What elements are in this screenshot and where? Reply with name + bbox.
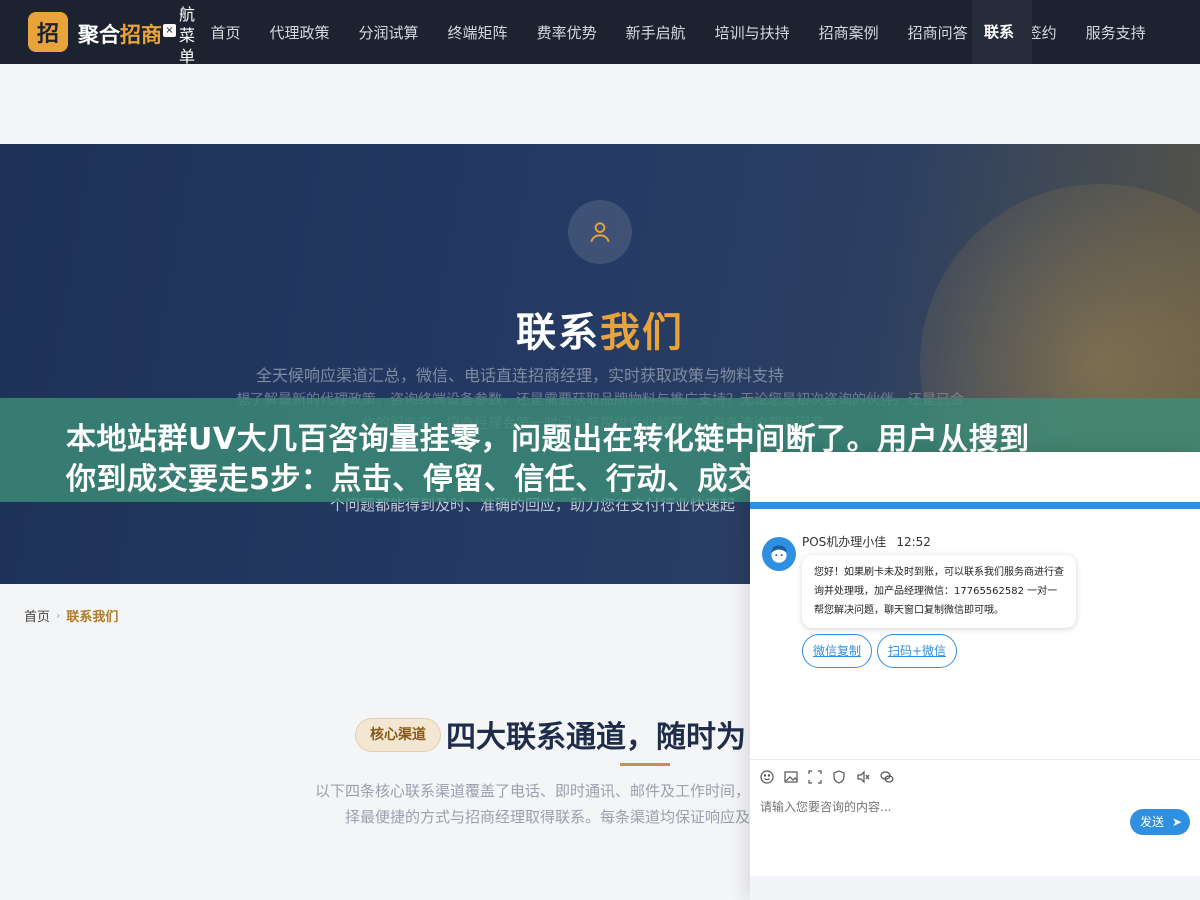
quick-reply-copy-wechat[interactable]: 微信复制 [802, 634, 873, 668]
chat-accent-bar [750, 502, 1200, 509]
chat-toolbar [760, 770, 894, 784]
nav-item-cases[interactable]: 招商案例 [804, 22, 893, 43]
menu-toggle[interactable]: 航菜单 [178, 4, 196, 64]
agent-name-text: POS机办理小佳 [802, 535, 887, 549]
agent-name: POS机办理小佳 12:52 [802, 533, 931, 550]
chat-header: — □ [750, 452, 1200, 502]
logo-icon[interactable]: 招 [28, 12, 68, 52]
minimize-icon[interactable]: — [1150, 464, 1166, 480]
section-title: 四大联系通道，随时为 [446, 720, 746, 755]
nav-item-contact[interactable]: 联系 [972, 0, 1032, 64]
chat-divider [750, 759, 1200, 760]
chat-window-controls: — □ [1150, 464, 1190, 480]
chat-footer [750, 876, 1200, 900]
breadcrumb: 首页 › 联系我们 [24, 606, 118, 625]
logo-text-plain: 聚合 [78, 23, 120, 47]
quick-reply-scan-wechat[interactable]: 扫码+微信 [877, 634, 958, 668]
page-title-accent: 我们 [600, 310, 684, 356]
send-arrow-icon: ➤ [1171, 815, 1182, 829]
user-icon [568, 200, 632, 264]
message-time: 12:52 [896, 535, 931, 549]
agent-avatar [762, 537, 796, 571]
logo-text[interactable]: 聚合招商 [78, 19, 162, 49]
close-icon[interactable]: × [163, 24, 176, 37]
image-icon[interactable] [784, 770, 798, 784]
wechat-icon[interactable] [880, 770, 894, 784]
audio-icon[interactable] [856, 770, 870, 784]
nav-item-training[interactable]: 培训与扶持 [700, 22, 804, 43]
breadcrumb-home[interactable]: 首页 [24, 606, 50, 625]
nav-item-faq[interactable]: 招商问答 [893, 22, 982, 43]
send-button[interactable]: 发送 ➤ [1130, 809, 1190, 835]
top-spacer [0, 64, 1200, 144]
maximize-icon[interactable]: □ [1174, 464, 1190, 480]
nav-item-terminals[interactable]: 终端矩阵 [433, 22, 522, 43]
section-chip: 核心渠道 [355, 718, 441, 752]
top-navbar: 招 聚合招商 × 航菜单 首页 代理政策 分润试算 终端矩阵 费率优势 新手启航… [0, 0, 1200, 64]
chat-message-input[interactable] [760, 800, 1120, 814]
nav-item-rates[interactable]: 费率优势 [522, 22, 611, 43]
nav-item-profit-calc[interactable]: 分润试算 [344, 22, 433, 43]
nav-item-agent-policy[interactable]: 代理政策 [255, 22, 344, 43]
nav-item-home[interactable]: 首页 [196, 22, 255, 43]
section-divider [620, 763, 670, 766]
crop-icon[interactable] [808, 770, 822, 784]
message-bubble: 您好！如果刷卡未及时到账，可以联系我们服务商进行查询并处理哦，加产品经理微信：1… [802, 555, 1076, 628]
page-title: 联系我们 [0, 300, 1200, 358]
chat-messages: POS机办理小佳 12:52 您好！如果刷卡未及时到账，可以联系我们服务商进行查询… [750, 509, 1200, 759]
emoji-icon[interactable] [760, 770, 774, 784]
nav-item-getting-started[interactable]: 新手启航 [611, 22, 700, 43]
nav-item-support[interactable]: 服务支持 [1071, 22, 1160, 43]
send-button-label: 发送 [1140, 815, 1165, 829]
page-title-plain: 联系 [516, 310, 600, 356]
chat-widget: — □ POS机办理小佳 12:52 您好！如果刷卡未及时到账，可以联系我们服务商… [750, 452, 1200, 900]
hero-subtitle: 全天候响应渠道汇总，微信、电话直连招商经理，实时获取政策与物料支持 [255, 366, 784, 385]
breadcrumb-current: 联系我们 [66, 610, 119, 625]
logo-text-accent: 招商 [120, 23, 162, 47]
shield-icon[interactable] [832, 770, 846, 784]
breadcrumb-separator: › [56, 609, 61, 622]
